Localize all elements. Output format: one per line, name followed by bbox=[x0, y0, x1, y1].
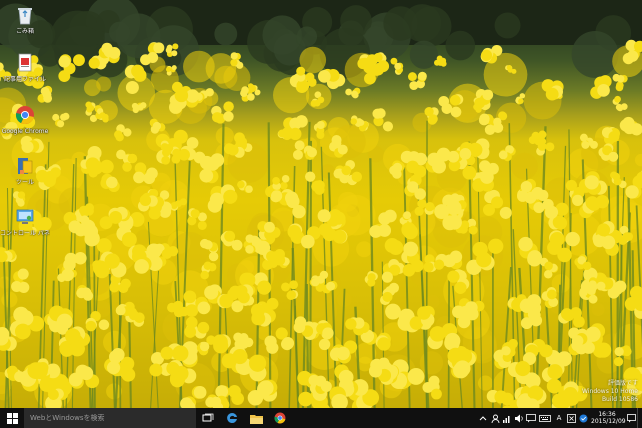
taskbar-search-box[interactable]: WebとWindowsを検索 bbox=[24, 408, 196, 428]
notifications-button[interactable] bbox=[625, 408, 637, 428]
document-shortcut-icon bbox=[14, 52, 36, 74]
input-mode-indicator[interactable]: A bbox=[553, 408, 565, 428]
show-desktop-button[interactable] bbox=[637, 408, 642, 428]
task-view-button[interactable] bbox=[196, 408, 220, 428]
show-hidden-icons-button[interactable] bbox=[477, 408, 489, 428]
watermark-line-1: 評価版です bbox=[607, 380, 638, 387]
people-icon bbox=[491, 414, 499, 423]
tools-label: ツール bbox=[15, 179, 34, 186]
desktop-icon-chrome[interactable]: Google Chrome bbox=[0, 104, 50, 136]
shield-icon bbox=[579, 414, 587, 422]
recycle-bin-label: ごみ箱 bbox=[15, 28, 34, 35]
clock-date: 2015/12/09 bbox=[591, 418, 626, 425]
edge-icon bbox=[227, 412, 237, 423]
clock[interactable]: 16:36 2015/12/09 bbox=[591, 411, 626, 425]
chrome-taskbar-button[interactable] bbox=[268, 408, 292, 428]
document-shortcut-label: 記事用ファイル bbox=[3, 76, 46, 83]
network-icon bbox=[503, 415, 510, 423]
ime-tray-button[interactable] bbox=[565, 408, 577, 428]
notification-icon bbox=[626, 413, 636, 422]
edge-button[interactable] bbox=[220, 408, 244, 428]
chrome-icon bbox=[274, 412, 286, 424]
task-view-icon bbox=[202, 413, 214, 422]
chrome-label: Google Chrome bbox=[1, 128, 49, 135]
action-center-tray-button[interactable] bbox=[525, 408, 537, 428]
system-tray: A 16:36 2015/12/09 bbox=[477, 408, 642, 428]
network-tray-button[interactable] bbox=[501, 408, 513, 428]
start-button[interactable] bbox=[0, 408, 24, 428]
message-icon bbox=[526, 413, 536, 422]
desktop-wallpaper bbox=[0, 0, 642, 408]
watermark-line-2: Windows 10 Home bbox=[582, 388, 638, 395]
evaluation-watermark: 評価版です Windows 10 Home Build 10586 bbox=[582, 380, 638, 404]
control-panel-icon bbox=[14, 206, 36, 228]
desktop-icon-document[interactable]: 記事用ファイル bbox=[0, 52, 50, 84]
keyboard-tray-button[interactable] bbox=[537, 408, 553, 428]
folder-shortcut-icon bbox=[14, 155, 36, 177]
desktop-icon-recycle-bin[interactable]: ごみ箱 bbox=[0, 4, 50, 36]
keyboard-icon bbox=[539, 414, 551, 422]
clock-time: 16:36 bbox=[598, 411, 616, 418]
search-placeholder: WebとWindowsを検索 bbox=[30, 414, 105, 422]
desktop-icon-control-panel[interactable]: コントロール パネル bbox=[0, 206, 50, 238]
google-chrome-icon bbox=[14, 104, 36, 126]
ime-icon bbox=[566, 413, 576, 423]
recycle-bin-icon bbox=[14, 4, 36, 26]
volume-icon bbox=[515, 414, 523, 422]
file-explorer-button[interactable] bbox=[244, 408, 268, 428]
desktop-icon-tools[interactable]: ツール bbox=[0, 155, 50, 187]
taskbar: WebとWindowsを検索 A 16:36 2015/12/09 bbox=[0, 408, 642, 428]
file-explorer-icon bbox=[249, 414, 263, 424]
windows-logo-icon bbox=[6, 412, 18, 424]
volume-tray-button[interactable] bbox=[513, 408, 525, 428]
chevron-up-icon bbox=[479, 416, 487, 421]
watermark-line-3: Build 10586 bbox=[601, 396, 638, 403]
control-panel-label: コントロール パネル bbox=[0, 230, 50, 237]
security-tray-button[interactable] bbox=[577, 408, 589, 428]
people-tray-button[interactable] bbox=[489, 408, 501, 428]
rapeseed-field-image bbox=[0, 0, 642, 408]
